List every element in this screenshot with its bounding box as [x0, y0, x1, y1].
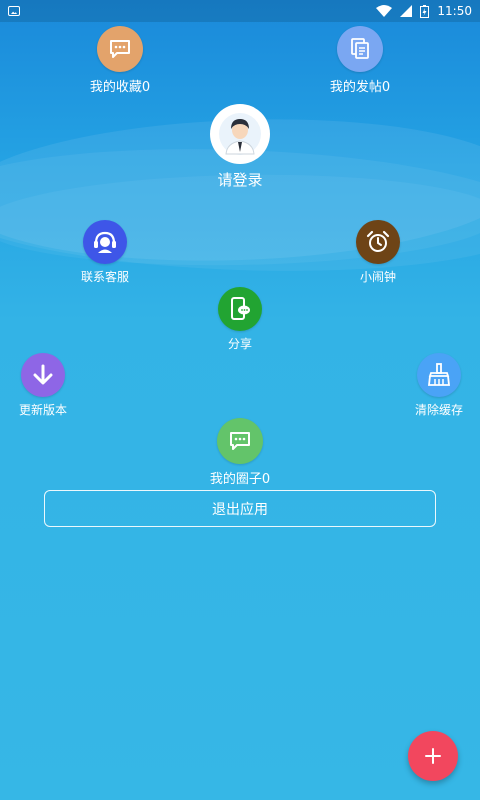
contact-service-item[interactable]: 联系客服	[70, 220, 140, 285]
update-item[interactable]: 更新版本	[10, 353, 76, 418]
signal-icon	[400, 5, 413, 17]
broom-icon	[427, 363, 451, 386]
document-icon	[351, 38, 369, 59]
share-item[interactable]: 分享	[210, 287, 270, 352]
wifi-icon	[376, 5, 393, 17]
user-avatar-icon	[210, 104, 270, 164]
logout-label: 退出应用	[212, 501, 268, 518]
clear-cache-icon-circle	[417, 353, 461, 397]
my-circle-icon-circle	[217, 418, 263, 464]
image-icon	[8, 6, 20, 16]
alarm-item[interactable]: 小闹钟	[348, 220, 408, 285]
alarm-icon-circle	[356, 220, 400, 264]
share-label: 分享	[227, 337, 252, 351]
favorites-item[interactable]: 我的收藏0	[82, 26, 158, 95]
person-icon	[219, 113, 261, 155]
contact-service-icon-circle	[83, 220, 127, 264]
download-icon	[33, 364, 53, 385]
share-phone-icon	[231, 297, 250, 320]
chat-icon	[230, 432, 250, 450]
clear-cache-label: 清除缓存	[414, 403, 463, 417]
favorites-label: 我的收藏0	[89, 80, 151, 95]
status-bar: 11:50	[0, 0, 480, 22]
posts-icon-circle	[337, 26, 383, 72]
favorites-icon-circle	[97, 26, 143, 72]
posts-label: 我的发帖0	[329, 80, 391, 95]
alarm-clock-icon	[366, 230, 390, 252]
alarm-label: 小闹钟	[359, 270, 396, 284]
login-item[interactable]: 请登录	[200, 104, 280, 190]
login-label[interactable]: 请登录	[217, 169, 262, 190]
update-label: 更新版本	[18, 403, 67, 417]
logout-button[interactable]: 退出应用	[44, 490, 436, 527]
headset-icon	[94, 231, 116, 253]
update-icon-circle	[21, 353, 65, 397]
share-icon-circle	[218, 287, 262, 331]
clear-cache-item[interactable]: 清除缓存	[406, 353, 472, 418]
add-fab-button[interactable]	[408, 731, 458, 781]
battery-icon	[420, 4, 430, 18]
my-circle-item[interactable]: 我的圈子0	[200, 418, 280, 487]
contact-service-label: 联系客服	[80, 270, 129, 284]
status-time: 11:50	[437, 4, 472, 18]
my-circle-label: 我的圈子0	[209, 472, 271, 487]
plus-icon	[425, 748, 441, 764]
posts-item[interactable]: 我的发帖0	[322, 26, 398, 95]
chat-icon	[110, 40, 130, 58]
